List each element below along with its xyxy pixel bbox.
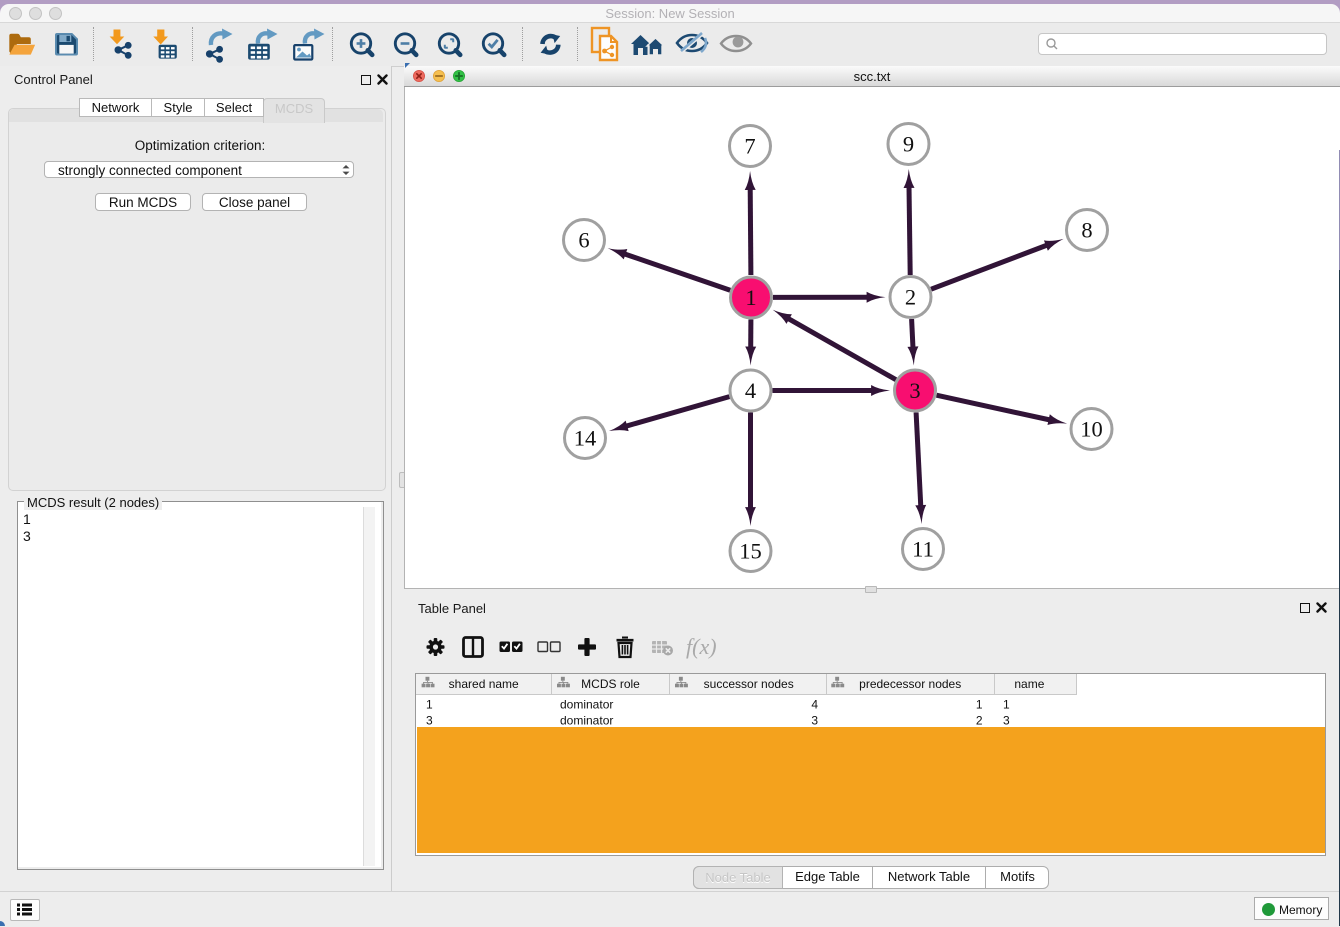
svg-text:14: 14 — [574, 426, 597, 451]
svg-text:successor nodes: successor nodes — [704, 677, 794, 691]
svg-text:3: 3 — [1003, 714, 1010, 728]
svg-text:10: 10 — [1080, 417, 1103, 442]
svg-text:predecessor nodes: predecessor nodes — [859, 677, 961, 691]
svg-text:MCDS role: MCDS role — [581, 677, 640, 691]
svg-text:1: 1 — [745, 285, 756, 310]
svg-text:shared name: shared name — [449, 677, 519, 691]
svg-text:1: 1 — [976, 698, 983, 712]
svg-text:8: 8 — [1081, 218, 1092, 243]
svg-text:name: name — [1014, 677, 1044, 691]
svg-text:4: 4 — [811, 698, 818, 712]
svg-text:7: 7 — [744, 134, 755, 159]
svg-text:1: 1 — [426, 698, 433, 712]
svg-text:4: 4 — [745, 378, 756, 403]
svg-text:11: 11 — [912, 537, 934, 562]
svg-text:3: 3 — [909, 378, 920, 403]
svg-text:2: 2 — [976, 714, 983, 728]
svg-text:dominator: dominator — [560, 714, 613, 728]
svg-text:3: 3 — [811, 714, 818, 728]
svg-text:f(x): f(x) — [686, 634, 717, 659]
svg-text:dominator: dominator — [560, 698, 613, 712]
svg-text:6: 6 — [578, 228, 589, 253]
svg-text:2: 2 — [905, 285, 916, 310]
svg-text:3: 3 — [426, 714, 433, 728]
svg-text:1: 1 — [1003, 698, 1010, 712]
svg-text:15: 15 — [739, 539, 762, 564]
svg-text:9: 9 — [903, 132, 914, 157]
